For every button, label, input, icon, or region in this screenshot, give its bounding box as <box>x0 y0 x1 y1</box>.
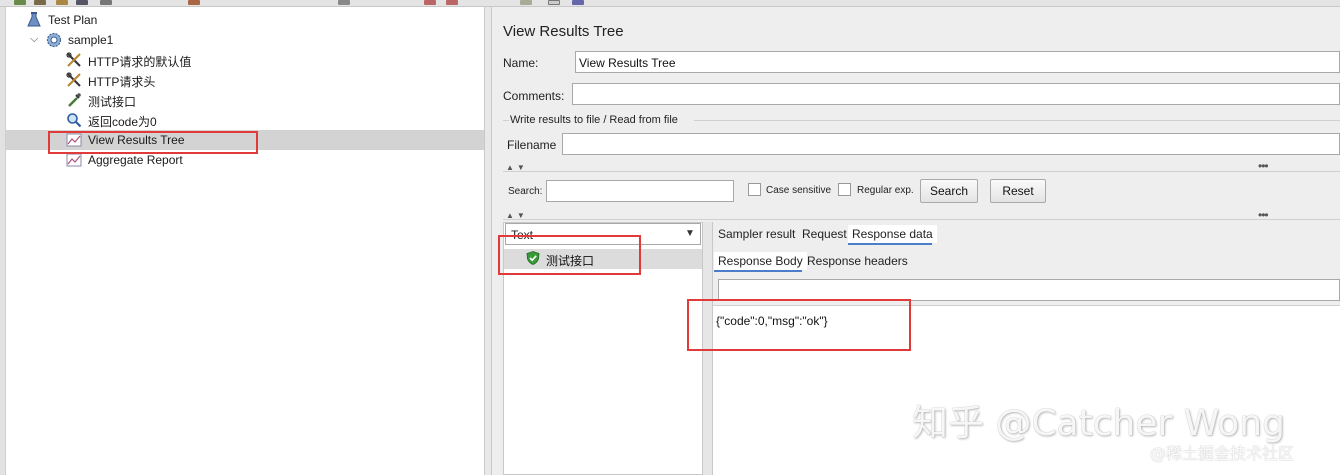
regular-exp-checkbox[interactable] <box>838 183 851 196</box>
tab-response-headers[interactable]: Response headers <box>807 254 908 268</box>
tree-item-thread-group[interactable]: ⌵ sample1 <box>6 30 484 50</box>
wrench-config-icon <box>66 72 81 87</box>
response-search-input[interactable] <box>718 279 1340 301</box>
chevron-down-icon[interactable]: ⌵ <box>30 33 38 46</box>
toolbar-cut-icon[interactable] <box>188 0 200 5</box>
annotation-box-tree <box>48 131 258 154</box>
case-sensitive-checkbox[interactable] <box>748 183 761 196</box>
group-border <box>503 120 509 121</box>
comments-field[interactable] <box>572 83 1340 105</box>
toolbar-start-no-pause-icon[interactable] <box>446 0 458 5</box>
comments-label: Comments: <box>503 89 565 103</box>
search-label: Search: <box>508 186 543 197</box>
toolbar-save-icon[interactable] <box>76 0 88 5</box>
tree-label: sample1 <box>68 33 114 47</box>
subtab-active-indicator <box>714 270 802 272</box>
name-field[interactable]: View Results Tree <box>575 51 1340 73</box>
tab-request[interactable]: Request <box>802 227 847 241</box>
tree-label: 返回code为0 <box>88 115 157 129</box>
divider <box>503 171 1340 172</box>
toolbar-saveas-icon[interactable] <box>100 0 112 5</box>
toolbar-new-icon[interactable] <box>14 0 26 5</box>
annotation-box-result <box>498 235 641 275</box>
main-splitter[interactable] <box>484 7 492 475</box>
tab-active-indicator <box>848 243 932 245</box>
wrench-config-icon <box>66 52 81 67</box>
watermark-sub: @稀土掘金技术社区 <box>1150 444 1295 463</box>
regular-exp-label: Regular exp. <box>857 185 914 196</box>
file-group-label: Write results to file / Read from file <box>510 114 678 126</box>
case-sensitive-label: Case sensitive <box>766 185 832 196</box>
tree-item-assertion[interactable]: 返回code为0 <box>6 110 484 130</box>
annotation-box-response <box>687 299 911 351</box>
tab-sampler-result[interactable]: Sampler result <box>718 227 795 241</box>
tree-item-sampler[interactable]: 测试接口 <box>6 90 484 110</box>
page-title: View Results Tree <box>503 23 624 40</box>
tree-item-test-plan[interactable]: Test Plan <box>6 10 484 30</box>
toolbar-clear-icon[interactable] <box>520 0 532 5</box>
reset-button[interactable]: Reset <box>990 179 1046 203</box>
tree-label: 测试接口 <box>88 95 137 109</box>
toolbar <box>0 0 1340 7</box>
assertion-magnifier-icon <box>67 113 82 128</box>
toolbar-help-icon[interactable] <box>572 0 584 5</box>
filename-field[interactable] <box>562 133 1340 155</box>
filename-label: Filename <box>507 138 557 152</box>
tree-label: Test Plan <box>48 13 98 27</box>
tree-label: HTTP请求的默认值 <box>88 55 192 69</box>
tree-label: Aggregate Report <box>88 153 183 167</box>
chevron-down-icon[interactable]: ▼ <box>685 228 695 239</box>
search-button[interactable]: Search <box>920 179 978 203</box>
group-border <box>694 120 1340 121</box>
thread-group-gear-icon <box>46 32 62 48</box>
toolbar-open-icon[interactable] <box>56 0 68 5</box>
tree-label: HTTP请求头 <box>88 75 156 89</box>
test-plan-icon <box>27 12 41 27</box>
search-input[interactable] <box>546 180 734 202</box>
name-label: Name: <box>503 56 539 70</box>
tree-item-http-defaults[interactable]: HTTP请求的默认值 <box>6 50 484 70</box>
toolbar-expand-icon[interactable] <box>338 0 350 5</box>
sampler-pipette-icon <box>68 93 81 107</box>
test-plan-tree: Test Plan ⌵ sample1 HTTP请求的默认值 HTTP请求头 测… <box>6 7 484 475</box>
toolbar-templates-icon[interactable] <box>34 0 46 5</box>
tab-response-body[interactable]: Response Body <box>714 252 807 270</box>
watermark-main: 知乎 @Catcher Wong <box>912 403 1285 444</box>
divider <box>503 219 1340 220</box>
toolbar-search-icon[interactable] <box>548 0 560 5</box>
tab-response-data[interactable]: Response data <box>848 225 937 243</box>
tree-item-http-header[interactable]: HTTP请求头 <box>6 70 484 90</box>
listener-graph-icon <box>66 153 82 167</box>
toolbar-start-icon[interactable] <box>424 0 436 5</box>
